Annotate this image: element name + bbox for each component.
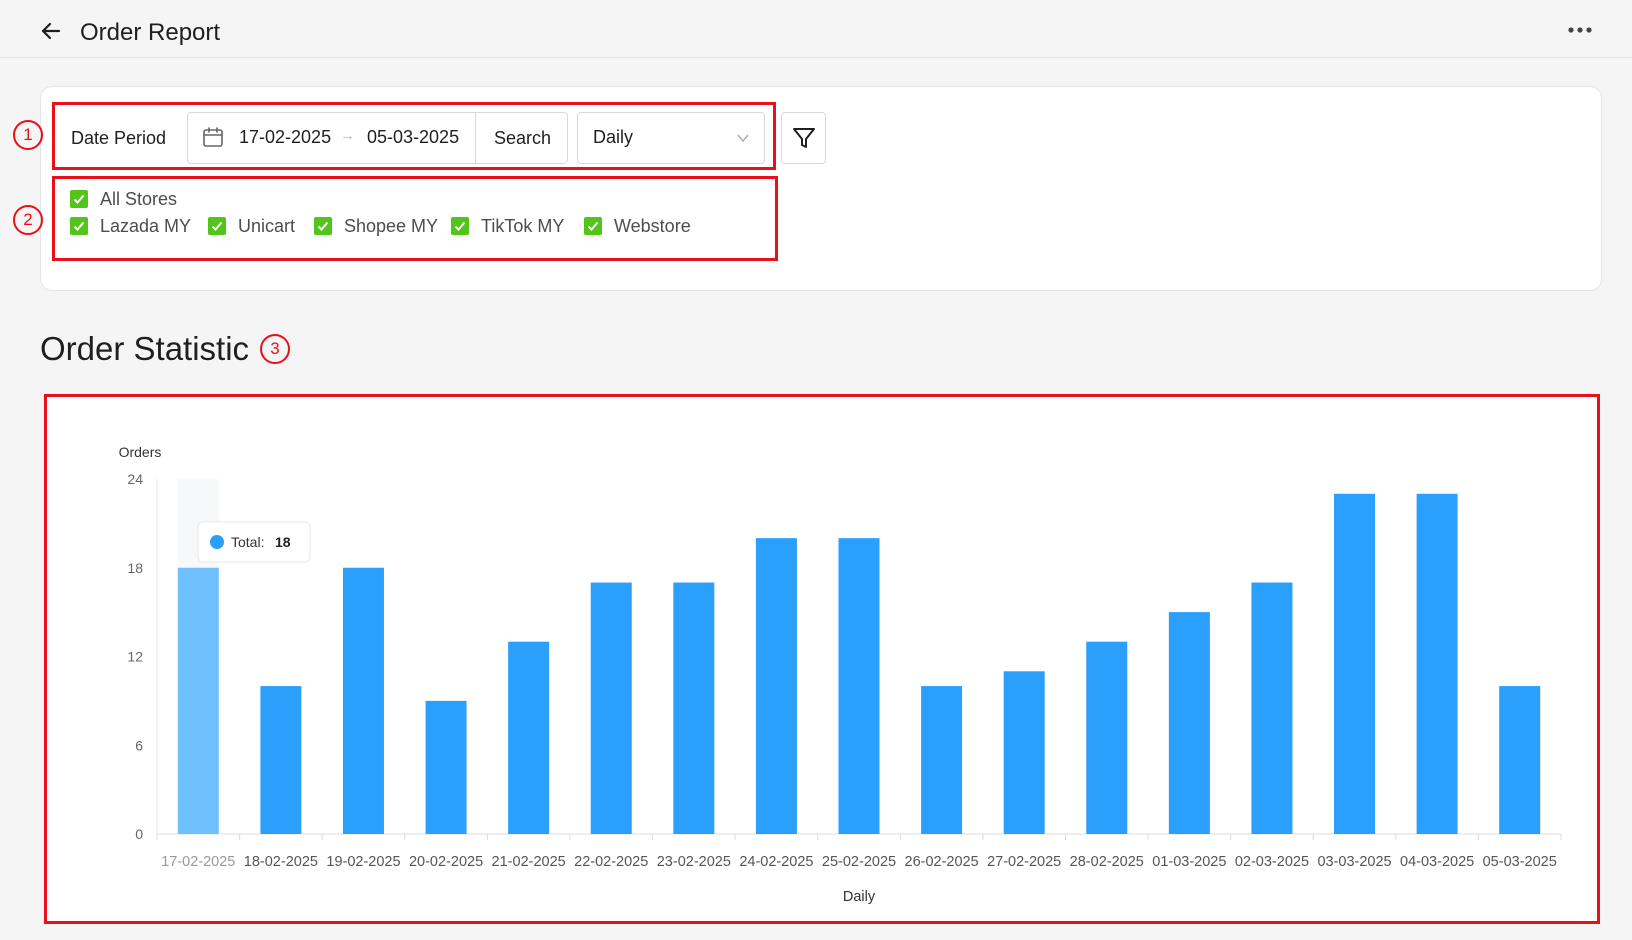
annotation-marker-1: 1 [13, 120, 43, 150]
annotation-box-3 [44, 394, 1600, 924]
back-button[interactable] [38, 18, 64, 44]
top-bar: Order Report [0, 0, 1632, 58]
section-title: Order Statistic [40, 330, 250, 367]
annotation-box-1 [52, 102, 776, 170]
more-options-button[interactable] [1566, 20, 1594, 40]
annotation-marker-2: 2 [13, 205, 43, 235]
page-title: Order Report [80, 19, 221, 46]
arrow-left-icon [41, 22, 61, 40]
filter-button[interactable] [781, 112, 826, 164]
filter-icon [792, 128, 815, 148]
more-horizontal-icon [1568, 27, 1592, 33]
annotation-box-2 [52, 176, 778, 261]
annotation-marker-3: 3 [260, 334, 290, 364]
